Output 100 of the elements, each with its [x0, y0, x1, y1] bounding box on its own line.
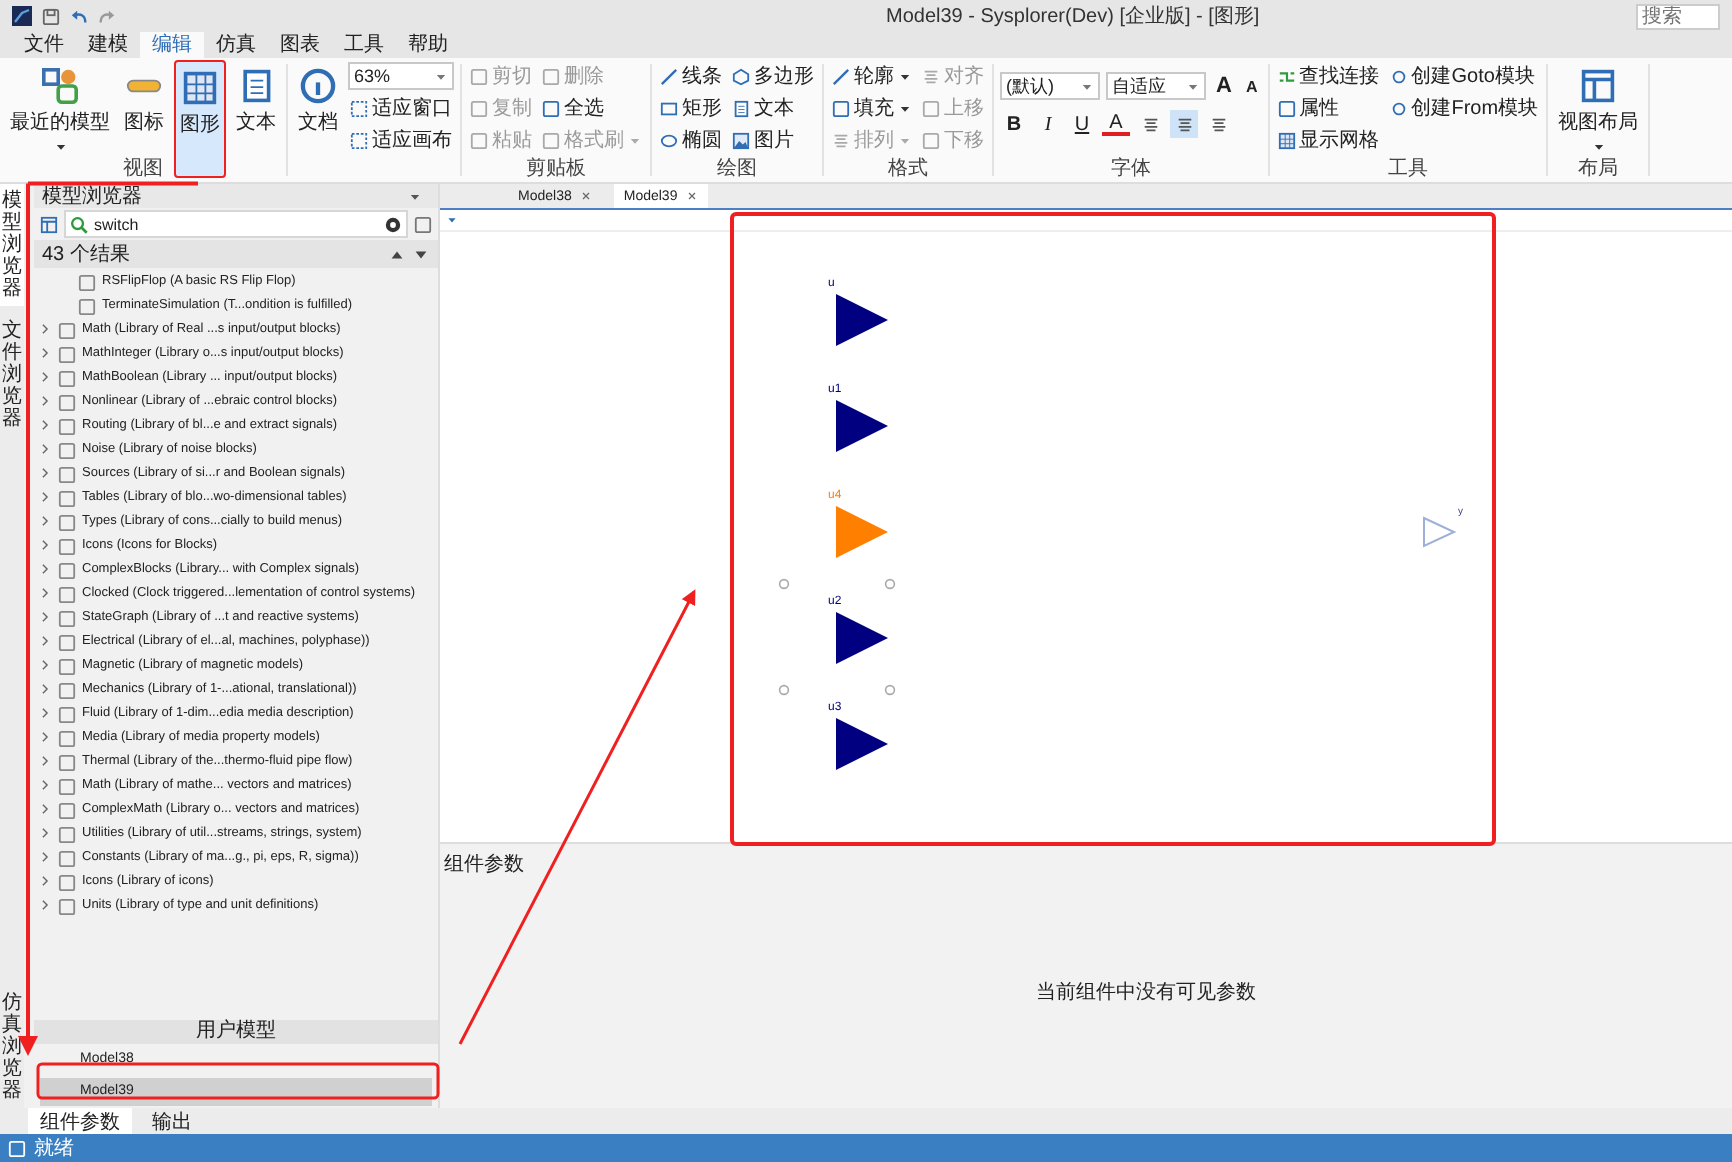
font-combo[interactable]: (默认): [1000, 72, 1100, 100]
close-icon: [579, 190, 592, 202]
font-size-button[interactable]: A: [1212, 74, 1236, 98]
caret-icon: [1186, 79, 1200, 93]
font-style-button[interactable]: A: [1102, 112, 1130, 136]
hexagon-icon: [732, 67, 750, 85]
search-icon: [70, 215, 88, 233]
menu-tab[interactable]: 仿真: [204, 32, 268, 58]
font-size-button[interactable]: A: [1241, 77, 1262, 95]
bottom-tab[interactable]: 组件参数: [28, 1108, 132, 1134]
align-button[interactable]: [1170, 110, 1198, 138]
font-style-button[interactable]: B: [1000, 110, 1028, 138]
selection-handles[interactable]: [778, 578, 896, 696]
ribbon-button[interactable]: 全选: [540, 94, 644, 122]
ribbon-button[interactable]: 适应画布: [348, 126, 454, 154]
square-icon: [832, 99, 850, 117]
caret-icon: [1591, 140, 1606, 154]
menu-tab[interactable]: 图表: [268, 32, 332, 58]
square-icon: [58, 801, 76, 819]
group-label: 剪贴板: [524, 158, 588, 182]
caret-icon[interactable]: [408, 189, 422, 203]
font-style-button[interactable]: I: [1034, 110, 1062, 138]
square-icon: [542, 131, 560, 149]
font-style-button[interactable]: U: [1068, 110, 1096, 138]
square-icon: [58, 585, 76, 603]
caret-down-icon[interactable]: [412, 245, 430, 263]
panel-title: 模型浏览器: [42, 183, 142, 210]
ribbon-button[interactable]: 图形: [174, 60, 226, 178]
square-icon: [58, 393, 76, 411]
align-icon: [1175, 115, 1193, 133]
ribbon-button[interactable]: 多边形: [730, 62, 816, 90]
ribbon-button[interactable]: 椭圆: [658, 126, 724, 154]
status-text: 就绪: [34, 1135, 74, 1162]
square-icon: [58, 513, 76, 531]
ribbon-button[interactable]: 视图布局: [1554, 60, 1643, 156]
square-icon: [58, 657, 76, 675]
square-icon: [470, 67, 488, 85]
side-tab[interactable]: 仿真浏览器: [0, 986, 24, 1108]
ribbon-button[interactable]: 创建From模块: [1387, 94, 1541, 122]
input-block[interactable]: [836, 294, 888, 346]
ribbon-button[interactable]: 图标: [120, 60, 168, 156]
ribbon-button[interactable]: 查找连接: [1275, 62, 1382, 90]
side-tab[interactable]: 文件浏览器: [0, 314, 24, 436]
ribbon-button[interactable]: 文本: [232, 60, 280, 156]
input-block[interactable]: [836, 400, 888, 452]
square-icon[interactable]: [414, 215, 432, 233]
grid-icon: [182, 70, 218, 106]
group-label: 字体: [1108, 158, 1153, 182]
ribbon-button[interactable]: 适应窗口: [348, 94, 454, 122]
menu-tab[interactable]: 帮助: [396, 32, 460, 58]
ribbon-button[interactable]: 最近的模型: [6, 60, 114, 156]
menu-tab[interactable]: 文件: [12, 32, 76, 58]
align-icon: [1209, 115, 1227, 133]
info-icon: [300, 68, 336, 104]
square-icon: [470, 131, 488, 149]
ribbon-button[interactable]: 文本: [730, 94, 816, 122]
layout-icon[interactable]: [40, 215, 58, 233]
square-icon: [58, 753, 76, 771]
caret-icon: [628, 133, 642, 147]
font-combo[interactable]: 自适应: [1106, 72, 1206, 100]
square-icon: [58, 465, 76, 483]
square-icon: [58, 705, 76, 723]
ribbon-button[interactable]: 文档: [294, 60, 342, 156]
caret-icon: [53, 140, 67, 154]
menu-tab[interactable]: 工具: [332, 32, 396, 58]
square-icon: [470, 99, 488, 117]
input-block[interactable]: [836, 718, 888, 770]
ribbon-button[interactable]: 图片: [730, 126, 816, 154]
ribbon-button[interactable]: 矩形: [658, 94, 724, 122]
circle-icon: [1389, 99, 1408, 117]
ribbon-button[interactable]: 轮廓: [830, 62, 914, 90]
zoom-combo[interactable]: 63%: [348, 62, 454, 90]
caret-icon[interactable]: [446, 214, 458, 226]
group-label: 绘图: [715, 158, 759, 182]
ribbon-button[interactable]: 创建Goto模块: [1387, 62, 1541, 90]
line-icon: [660, 67, 678, 85]
search-field[interactable]: switch: [64, 210, 408, 238]
bottom-tab[interactable]: 输出: [140, 1108, 204, 1134]
square-icon: [78, 297, 96, 315]
save-icon[interactable]: [42, 7, 60, 25]
input-block[interactable]: [836, 506, 888, 558]
ribbon-button[interactable]: 显示网格: [1275, 126, 1382, 154]
panel-title: 组件参数: [444, 851, 524, 878]
align-icon: [832, 131, 850, 149]
ribbon-button[interactable]: 线条: [658, 62, 724, 90]
undo-icon[interactable]: [70, 7, 88, 25]
gear-icon[interactable]: [384, 215, 402, 233]
search-field[interactable]: 搜索: [1636, 3, 1720, 29]
shapes-icon: [42, 68, 78, 104]
ribbon-button[interactable]: 填充: [830, 94, 914, 122]
section-header: 用户模型: [34, 1020, 438, 1044]
grid-icon: [1277, 131, 1296, 149]
side-tab[interactable]: 模型浏览器: [0, 184, 24, 306]
menu-tab[interactable]: 建模: [76, 32, 140, 58]
ribbon-button[interactable]: 属性: [1275, 94, 1382, 122]
input-block[interactable]: [836, 612, 888, 664]
menu-tab[interactable]: 编辑: [140, 32, 204, 58]
square-icon: [58, 369, 76, 387]
caret-icon: [1080, 79, 1094, 93]
dashed-square-icon: [350, 99, 368, 117]
